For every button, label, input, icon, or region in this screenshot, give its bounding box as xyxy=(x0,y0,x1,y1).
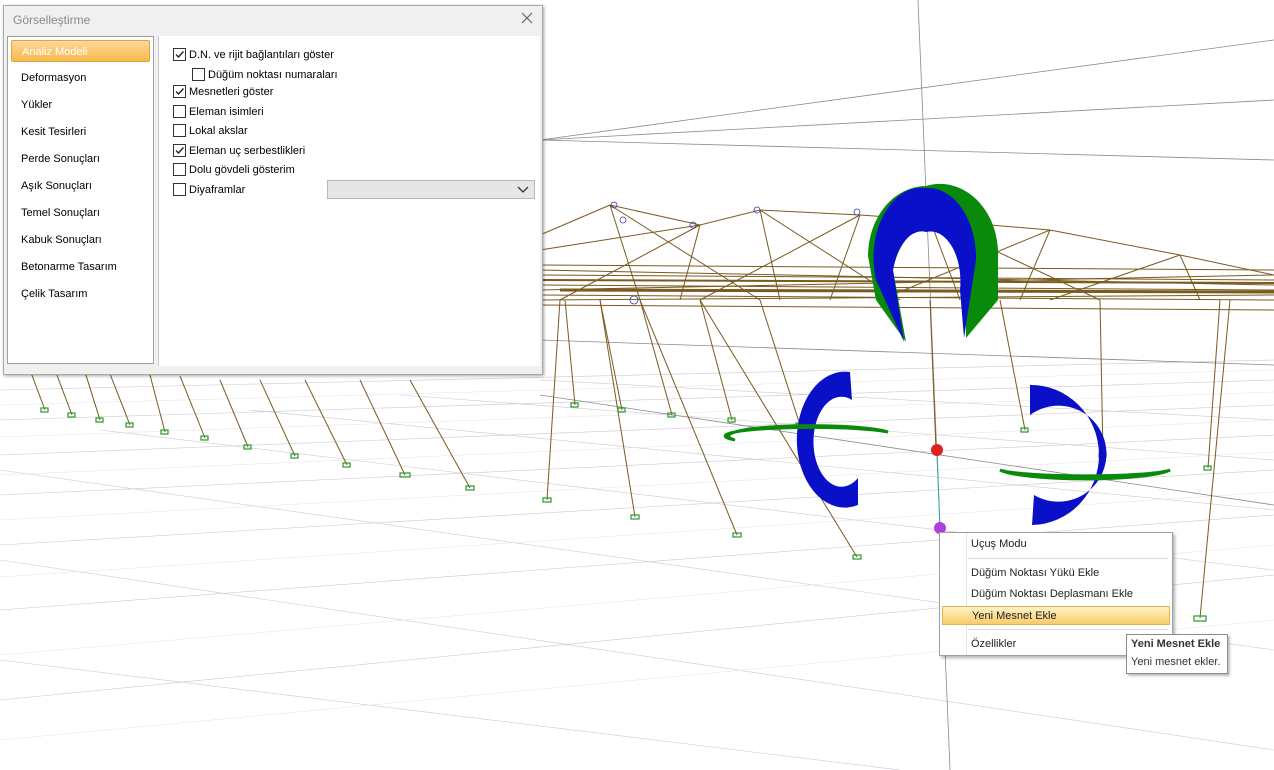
check-icon xyxy=(175,50,185,58)
rotation-arrow-top xyxy=(868,183,999,342)
option-label: Eleman uç serbestlikleri xyxy=(189,145,306,157)
nav-item-kabuk-sonuclari[interactable]: Kabuk Sonuçları xyxy=(11,229,150,251)
option-eleman-isimleri[interactable]: Eleman isimleri xyxy=(173,104,264,121)
nav-item-analiz-modeli[interactable]: Analiz Modeli xyxy=(11,40,150,62)
menu-item-yeni-mesnet-ekle[interactable]: Yeni Mesnet Ekle xyxy=(942,606,1170,625)
node-link-line xyxy=(936,449,941,529)
option-label: Dolu gövdeli gösterim xyxy=(189,164,295,176)
checkbox[interactable] xyxy=(173,47,186,61)
nav-item-asik-sonuclari[interactable]: Aşık Sonuçları xyxy=(11,175,150,197)
rotation-arrow-right xyxy=(999,384,1171,525)
checkbox[interactable] xyxy=(173,123,186,137)
option-label: D.N. ve rijit bağlantıları göster xyxy=(189,49,334,61)
nav-item-temel-sonuclari[interactable]: Temel Sonuçları xyxy=(11,202,150,224)
check-icon xyxy=(175,146,185,154)
option-dn-rijit[interactable]: D.N. ve rijit bağlantıları göster xyxy=(173,47,334,64)
option-dugum-numaralari[interactable]: Düğüm noktası numaraları xyxy=(192,67,338,84)
menu-item-ucus-modu[interactable]: Uçuş Modu xyxy=(942,535,1170,554)
option-mesnetler[interactable]: Mesnetleri göster xyxy=(173,84,274,101)
checkbox[interactable] xyxy=(173,162,186,176)
option-label: Düğüm noktası numaraları xyxy=(208,69,338,81)
close-icon[interactable] xyxy=(520,11,534,25)
checkbox[interactable] xyxy=(173,143,186,157)
rotation-arrow-left xyxy=(723,371,889,508)
diyafram-select[interactable] xyxy=(327,180,535,199)
option-diyaframlar[interactable]: Diyaframlar xyxy=(173,182,246,199)
dialog-title: Görselleştirme xyxy=(13,13,91,27)
option-label: Mesnetleri göster xyxy=(189,86,274,98)
tooltip: Yeni Mesnet Ekle Yeni mesnet ekler. xyxy=(1126,634,1228,674)
chevron-down-icon xyxy=(517,186,529,193)
option-dolu-govdeli[interactable]: Dolu gövdeli gösterim xyxy=(173,162,295,179)
checkbox[interactable] xyxy=(173,182,186,196)
option-lokal-akslar[interactable]: Lokal akslar xyxy=(173,123,248,140)
menu-item-dugum-yuku-ekle[interactable]: Düğüm Noktası Yükü Ekle xyxy=(942,564,1170,583)
menu-separator xyxy=(968,558,1168,559)
checkbox[interactable] xyxy=(173,104,186,118)
option-label: Lokal akslar xyxy=(189,125,248,137)
selected-node[interactable] xyxy=(931,444,943,456)
nav-item-deformasyon[interactable]: Deformasyon xyxy=(11,67,150,89)
checkbox[interactable] xyxy=(192,67,205,81)
menu-item-dugum-deplasmani-ekle[interactable]: Düğüm Noktası Deplasmanı Ekle xyxy=(942,585,1170,604)
nav-item-kesit-tesirleri[interactable]: Kesit Tesirleri xyxy=(11,121,150,143)
check-icon xyxy=(175,87,185,95)
nav-item-celik-tasarim[interactable]: Çelik Tasarım xyxy=(11,283,150,305)
nav-item-perde-sonuclari[interactable]: Perde Sonuçları xyxy=(11,148,150,170)
option-label: Diyaframlar xyxy=(189,184,246,196)
options-panel: D.N. ve rijit bağlantıları göster Düğüm … xyxy=(158,36,540,366)
tooltip-description: Yeni mesnet ekler. xyxy=(1131,656,1221,668)
option-label: Eleman isimleri xyxy=(189,106,264,118)
option-uc-serbestlikleri[interactable]: Eleman uç serbestlikleri xyxy=(173,143,306,160)
nav-item-betonarme-tasarim[interactable]: Betonarme Tasarım xyxy=(11,256,150,278)
menu-separator xyxy=(968,629,1168,630)
tooltip-title: Yeni Mesnet Ekle xyxy=(1131,638,1221,650)
checkbox[interactable] xyxy=(173,84,186,98)
nav-item-yukler[interactable]: Yükler xyxy=(11,94,150,116)
category-list: Analiz Modeli Deformasyon Yükler Kesit T… xyxy=(7,36,154,364)
visualization-dialog: Görselleştirme Analiz Modeli Deformasyon… xyxy=(3,5,543,375)
